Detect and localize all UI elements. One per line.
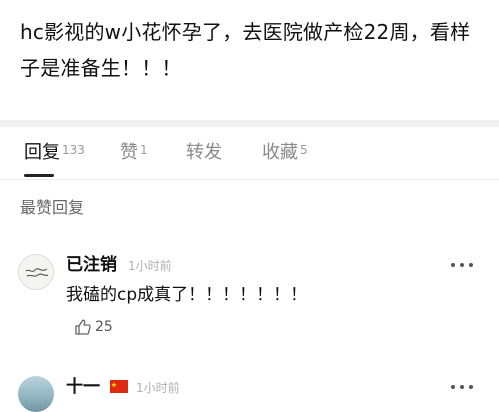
like-count: 25 (95, 319, 113, 335)
post-text: hc影视的w小花怀孕了，去医院做产检22周，看样子是准备生！！！ (20, 20, 471, 80)
more-options-icon[interactable] (451, 384, 473, 390)
tab-favorites-label: 收藏 (262, 142, 298, 163)
tab-favorites-count: 5 (300, 143, 308, 157)
thumbs-up-icon (75, 319, 91, 335)
tab-bar: 回复 133 赞1 转发 收藏 5 (0, 127, 499, 180)
avatar[interactable] (18, 254, 54, 290)
scribble-avatar-icon (25, 268, 49, 277)
comment-timestamp: 1小时前 (136, 381, 180, 395)
tab-replies-label: 回复 (24, 142, 60, 163)
comment-username[interactable]: 十一 (66, 376, 100, 398)
like-button[interactable]: 25 (74, 318, 113, 336)
comment-timestamp: 1小时前 (128, 259, 172, 273)
more-options-icon[interactable] (451, 262, 473, 268)
tab-favorites[interactable]: 收藏 5 (262, 142, 308, 164)
comment-text: 我磕的cp成真了！！！！！！！ (66, 285, 308, 305)
tab-likes[interactable]: 赞1 (120, 142, 148, 164)
tab-likes-count: 1 (140, 143, 148, 157)
tab-replies[interactable]: 回复 133 (24, 142, 85, 164)
section-divider (0, 120, 499, 127)
tab-likes-label: 赞 (120, 142, 138, 163)
tab-replies-count: 133 (62, 143, 85, 157)
active-tab-indicator (24, 174, 54, 177)
tab-reposts[interactable]: 转发 (186, 142, 222, 164)
section-title: 最赞回复 (20, 198, 85, 217)
red-flag-icon (110, 380, 128, 393)
avatar[interactable] (18, 376, 54, 412)
comment-username[interactable]: 已注销 (66, 254, 117, 276)
tab-reposts-label: 转发 (186, 142, 222, 163)
